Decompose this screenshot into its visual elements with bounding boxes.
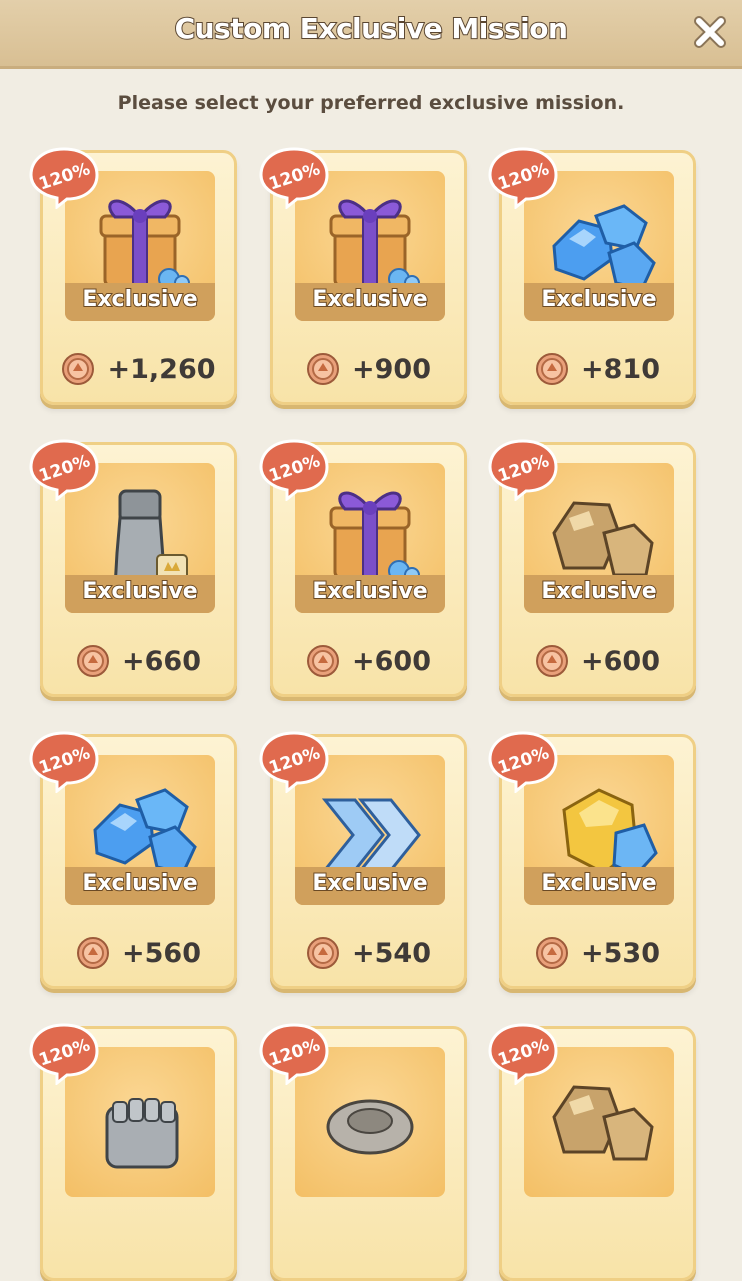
mission-card[interactable]: Exclusive +660 120% (29, 439, 237, 697)
coin-icon (536, 937, 568, 969)
mission-card[interactable]: 120% (488, 1023, 696, 1281)
mission-card[interactable]: Exclusive +900 120% (259, 147, 467, 405)
coin-icon (77, 645, 109, 677)
reward-value: +1,260 (107, 353, 216, 385)
mission-label: Exclusive (540, 578, 657, 605)
bonus-badge: 120% (29, 147, 99, 209)
mission-label: Exclusive (81, 870, 198, 897)
label-strip: Exclusive (65, 283, 215, 321)
mission-label: Exclusive (540, 286, 657, 313)
reward-row: +560 (43, 933, 234, 973)
mission-card[interactable]: Exclusive +1,260 120% (29, 147, 237, 405)
reward-row: +810 (502, 349, 693, 389)
mission-label: Exclusive (311, 870, 428, 897)
bonus-badge: 120% (488, 147, 558, 209)
reward-row: +660 (43, 641, 234, 681)
mission-label: Exclusive (81, 578, 198, 605)
reward-value: +560 (122, 937, 201, 969)
bonus-badge: 120% (259, 439, 329, 501)
coin-icon (62, 353, 95, 385)
label-strip: Exclusive (524, 867, 674, 905)
bonus-badge: 120% (29, 439, 99, 501)
bonus-badge: 120% (259, 147, 329, 209)
mission-card[interactable]: Exclusive +600 120% (259, 439, 467, 697)
label-strip: Exclusive (65, 867, 215, 905)
mission-label: Exclusive (540, 870, 657, 897)
label-strip: Exclusive (524, 575, 674, 613)
mission-label: Exclusive (81, 286, 198, 313)
bonus-badge: 120% (488, 1023, 558, 1085)
reward-row: +540 (273, 933, 464, 973)
bonus-badge: 120% (488, 439, 558, 501)
bonus-badge: 120% (259, 1023, 329, 1085)
bonus-badge: 120% (29, 1023, 99, 1085)
coin-icon (307, 353, 339, 385)
reward-value: +600 (581, 645, 660, 677)
label-strip: Exclusive (295, 575, 445, 613)
mission-card[interactable]: Exclusive +530 120% (488, 731, 696, 989)
label-strip: Exclusive (65, 575, 215, 613)
coin-icon (536, 645, 568, 677)
label-strip: Exclusive (295, 867, 445, 905)
reward-value: +600 (352, 645, 431, 677)
mission-card[interactable]: 120% (29, 1023, 237, 1281)
mission-label: Exclusive (311, 578, 428, 605)
reward-row: +600 (502, 641, 693, 681)
mission-grid: Exclusive +1,260 120% Exclusive +900 120… (0, 0, 742, 1281)
coin-icon (307, 645, 339, 677)
mission-card[interactable]: Exclusive +540 120% (259, 731, 467, 989)
mission-card[interactable]: Exclusive +600 120% (488, 439, 696, 697)
reward-value: +810 (581, 353, 660, 385)
coin-icon (77, 937, 109, 969)
label-strip: Exclusive (524, 283, 674, 321)
reward-row: +1,260 (43, 349, 234, 389)
bonus-badge: 120% (488, 731, 558, 793)
reward-row: +900 (273, 349, 464, 389)
mission-card[interactable]: Exclusive +810 120% (488, 147, 696, 405)
label-strip: Exclusive (295, 283, 445, 321)
reward-value: +660 (122, 645, 201, 677)
mission-label: Exclusive (311, 286, 428, 313)
bonus-badge: 120% (259, 731, 329, 793)
reward-value: +530 (581, 937, 660, 969)
coin-icon (536, 353, 568, 385)
reward-row: +530 (502, 933, 693, 973)
mission-card[interactable]: Exclusive +560 120% (29, 731, 237, 989)
reward-row: +600 (273, 641, 464, 681)
reward-value: +540 (352, 937, 431, 969)
mission-card[interactable]: 120% (259, 1023, 467, 1281)
reward-value: +900 (352, 353, 431, 385)
coin-icon (307, 937, 339, 969)
bonus-badge: 120% (29, 731, 99, 793)
